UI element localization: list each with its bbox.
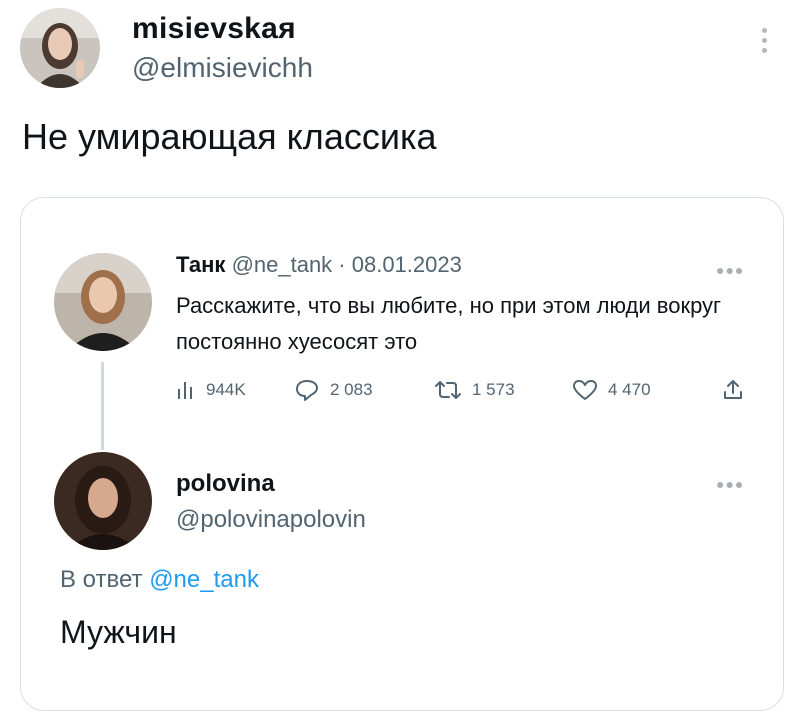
views-metric[interactable]: 944K: [176, 372, 246, 408]
retweet-icon: [435, 381, 461, 399]
share-icon: [724, 380, 742, 399]
reply-count: 2 083: [330, 380, 373, 399]
quoted-body: Расскажите, что вы любите, но при этом л…: [176, 293, 722, 354]
author-name[interactable]: misievskaя: [132, 12, 296, 46]
quoted-name[interactable]: Танк: [176, 252, 225, 277]
horizontal-ellipsis-icon[interactable]: ●●●: [716, 476, 744, 492]
reply-avatar[interactable]: [54, 452, 152, 550]
author-avatar[interactable]: [20, 8, 100, 88]
vertical-ellipsis-icon[interactable]: [758, 28, 772, 58]
reply-metric[interactable]: 2 083: [294, 372, 373, 408]
reply-to-link[interactable]: @ne_tank: [149, 566, 259, 593]
reply-prefix: В ответ: [60, 566, 143, 593]
views-count: 944K: [206, 380, 246, 399]
quoted-handle-date[interactable]: @ne_tank · 08.01.2023: [232, 252, 462, 277]
reply-bubble-icon: [296, 380, 318, 401]
horizontal-ellipsis-icon[interactable]: ●●●: [716, 262, 744, 278]
reply-handle[interactable]: @polovinapolovin: [176, 506, 366, 534]
heart-icon: [573, 380, 597, 400]
thread-connector-line: [101, 362, 104, 450]
quoted-header: Танк @ne_tank · 08.01.2023: [176, 252, 462, 278]
share-button[interactable]: [722, 372, 744, 408]
retweet-metric[interactable]: 1 573: [434, 372, 515, 408]
reply-name[interactable]: polovina: [176, 470, 275, 498]
replying-to: В ответ @ne_tank: [60, 566, 259, 594]
tweet-text: Не умирающая классика: [22, 116, 437, 157]
like-metric[interactable]: 4 470: [572, 372, 651, 408]
views-icon: [178, 382, 192, 399]
quoted-avatar[interactable]: [54, 253, 152, 351]
author-handle[interactable]: @elmisievichh: [132, 52, 313, 84]
like-count: 4 470: [608, 380, 651, 399]
retweet-count: 1 573: [472, 380, 515, 399]
reply-text: Мужчин: [60, 614, 177, 650]
metrics-row: 944K 2 083 1 573 4 470: [176, 372, 756, 408]
